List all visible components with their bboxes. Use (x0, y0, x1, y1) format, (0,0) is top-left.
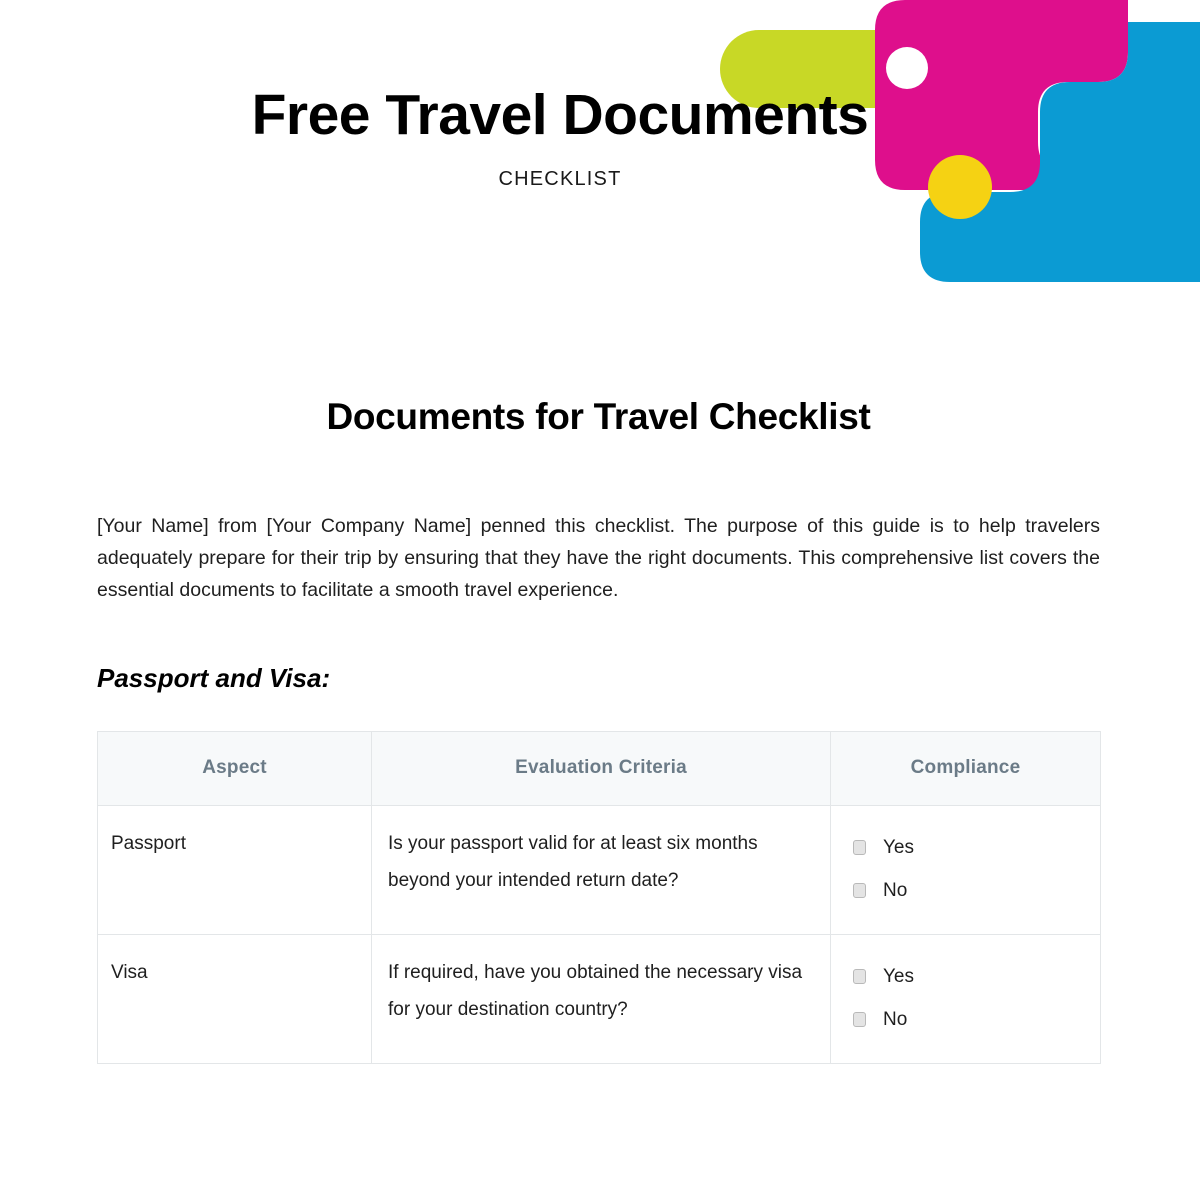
checkbox-icon[interactable] (853, 840, 866, 856)
document-body: Documents for Travel Checklist [Your Nam… (97, 396, 1101, 1065)
checkbox-icon[interactable] (853, 1012, 866, 1028)
table-row: Passport Is your passport valid for at l… (97, 805, 1101, 936)
compliance-option-no[interactable]: No (853, 869, 1078, 912)
compliance-option-yes[interactable]: Yes (853, 955, 1078, 998)
cell-aspect: Visa (97, 934, 372, 1065)
column-header-aspect: Aspect (97, 731, 372, 807)
cell-compliance: Yes No (830, 805, 1101, 936)
checkbox-icon[interactable] (853, 969, 866, 985)
table-header-row: Aspect Evaluation Criteria Compliance (97, 731, 1101, 807)
option-label: No (883, 1009, 908, 1031)
compliance-option-yes[interactable]: Yes (853, 826, 1078, 869)
table-row: Visa If required, have you obtained the … (97, 934, 1101, 1065)
option-label: Yes (883, 966, 914, 988)
cell-criteria: If required, have you obtained the neces… (371, 934, 831, 1065)
page-title: Free Travel Documents (251, 83, 869, 147)
checkbox-icon[interactable] (853, 883, 866, 899)
cell-criteria: Is your passport valid for at least six … (371, 805, 831, 936)
checklist-table: Aspect Evaluation Criteria Compliance Pa… (97, 731, 1101, 1065)
document-header: Free Travel Documents CHECKLIST (0, 0, 1120, 191)
cell-compliance: Yes No (830, 934, 1101, 1065)
option-label: No (883, 880, 908, 902)
column-header-compliance: Compliance (830, 731, 1101, 807)
column-header-evaluation-criteria: Evaluation Criteria (371, 731, 831, 807)
subsection-heading: Passport and Visa: (97, 663, 331, 694)
table-body: Passport Is your passport valid for at l… (97, 805, 1101, 1065)
intro-paragraph: [Your Name] from [Your Company Name] pen… (97, 515, 1100, 601)
cell-aspect: Passport (97, 805, 372, 936)
section-heading: Documents for Travel Checklist (326, 396, 871, 437)
option-label: Yes (883, 837, 914, 859)
compliance-option-no[interactable]: No (853, 998, 1078, 1041)
table-header: Aspect Evaluation Criteria Compliance (97, 731, 1101, 807)
page-subtitle: CHECKLIST (498, 167, 622, 190)
